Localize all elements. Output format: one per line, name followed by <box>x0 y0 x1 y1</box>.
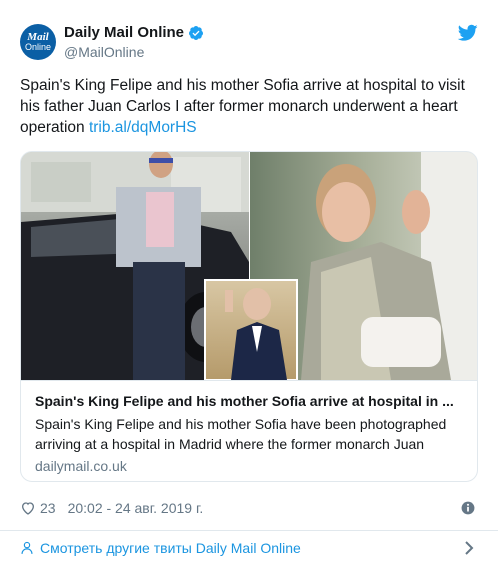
card-image[interactable] <box>21 152 478 380</box>
tweet-link[interactable]: trib.al/dqMorHS <box>89 119 197 136</box>
tweet-text: Spain's King Felipe and his mother Sofia… <box>20 75 480 138</box>
author-name-row[interactable]: Daily Mail Online <box>64 24 204 41</box>
avatar-logo-subtext: Online <box>24 41 51 52</box>
more-tweets-label[interactable]: Смотреть другие твиты Daily Mail Online <box>40 540 301 556</box>
more-tweets-link[interactable]: Смотреть другие твиты Daily Mail Online <box>20 540 301 556</box>
timestamp[interactable]: 20:02 - 24 авг. 2019 г. <box>68 500 204 516</box>
twitter-bird-icon[interactable] <box>458 24 478 42</box>
author-handle[interactable]: @MailOnline <box>64 44 144 60</box>
verified-badge-icon <box>189 25 204 40</box>
author-name[interactable]: Daily Mail Online <box>64 24 184 41</box>
like-count[interactable]: 23 <box>40 500 56 516</box>
tweet-footer: 23 20:02 - 24 авг. 2019 г. <box>20 500 203 516</box>
chevron-right-icon[interactable] <box>463 541 475 555</box>
card-body[interactable]: Spain's King Felipe and his mother Sofia… <box>21 380 477 481</box>
info-icon[interactable] <box>461 501 475 515</box>
divider <box>0 530 498 531</box>
card-description: Spain's King Felipe and his mother Sofia… <box>35 416 447 452</box>
person-icon <box>21 541 33 554</box>
heart-icon[interactable] <box>20 500 36 516</box>
embedded-tweet: Mail Online Daily Mail Online @MailOnlin… <box>0 0 498 564</box>
tweet-body: Spain's King Felipe and his mother Sofia… <box>20 77 465 136</box>
card-title[interactable]: Spain's King Felipe and his mother Sofia… <box>35 393 454 409</box>
link-card[interactable]: Spain's King Felipe and his mother Sofia… <box>20 151 478 482</box>
card-domain: dailymail.co.uk <box>35 458 127 474</box>
avatar-logo-text: Mail <box>27 30 49 43</box>
avatar[interactable]: Mail Online <box>20 24 56 60</box>
